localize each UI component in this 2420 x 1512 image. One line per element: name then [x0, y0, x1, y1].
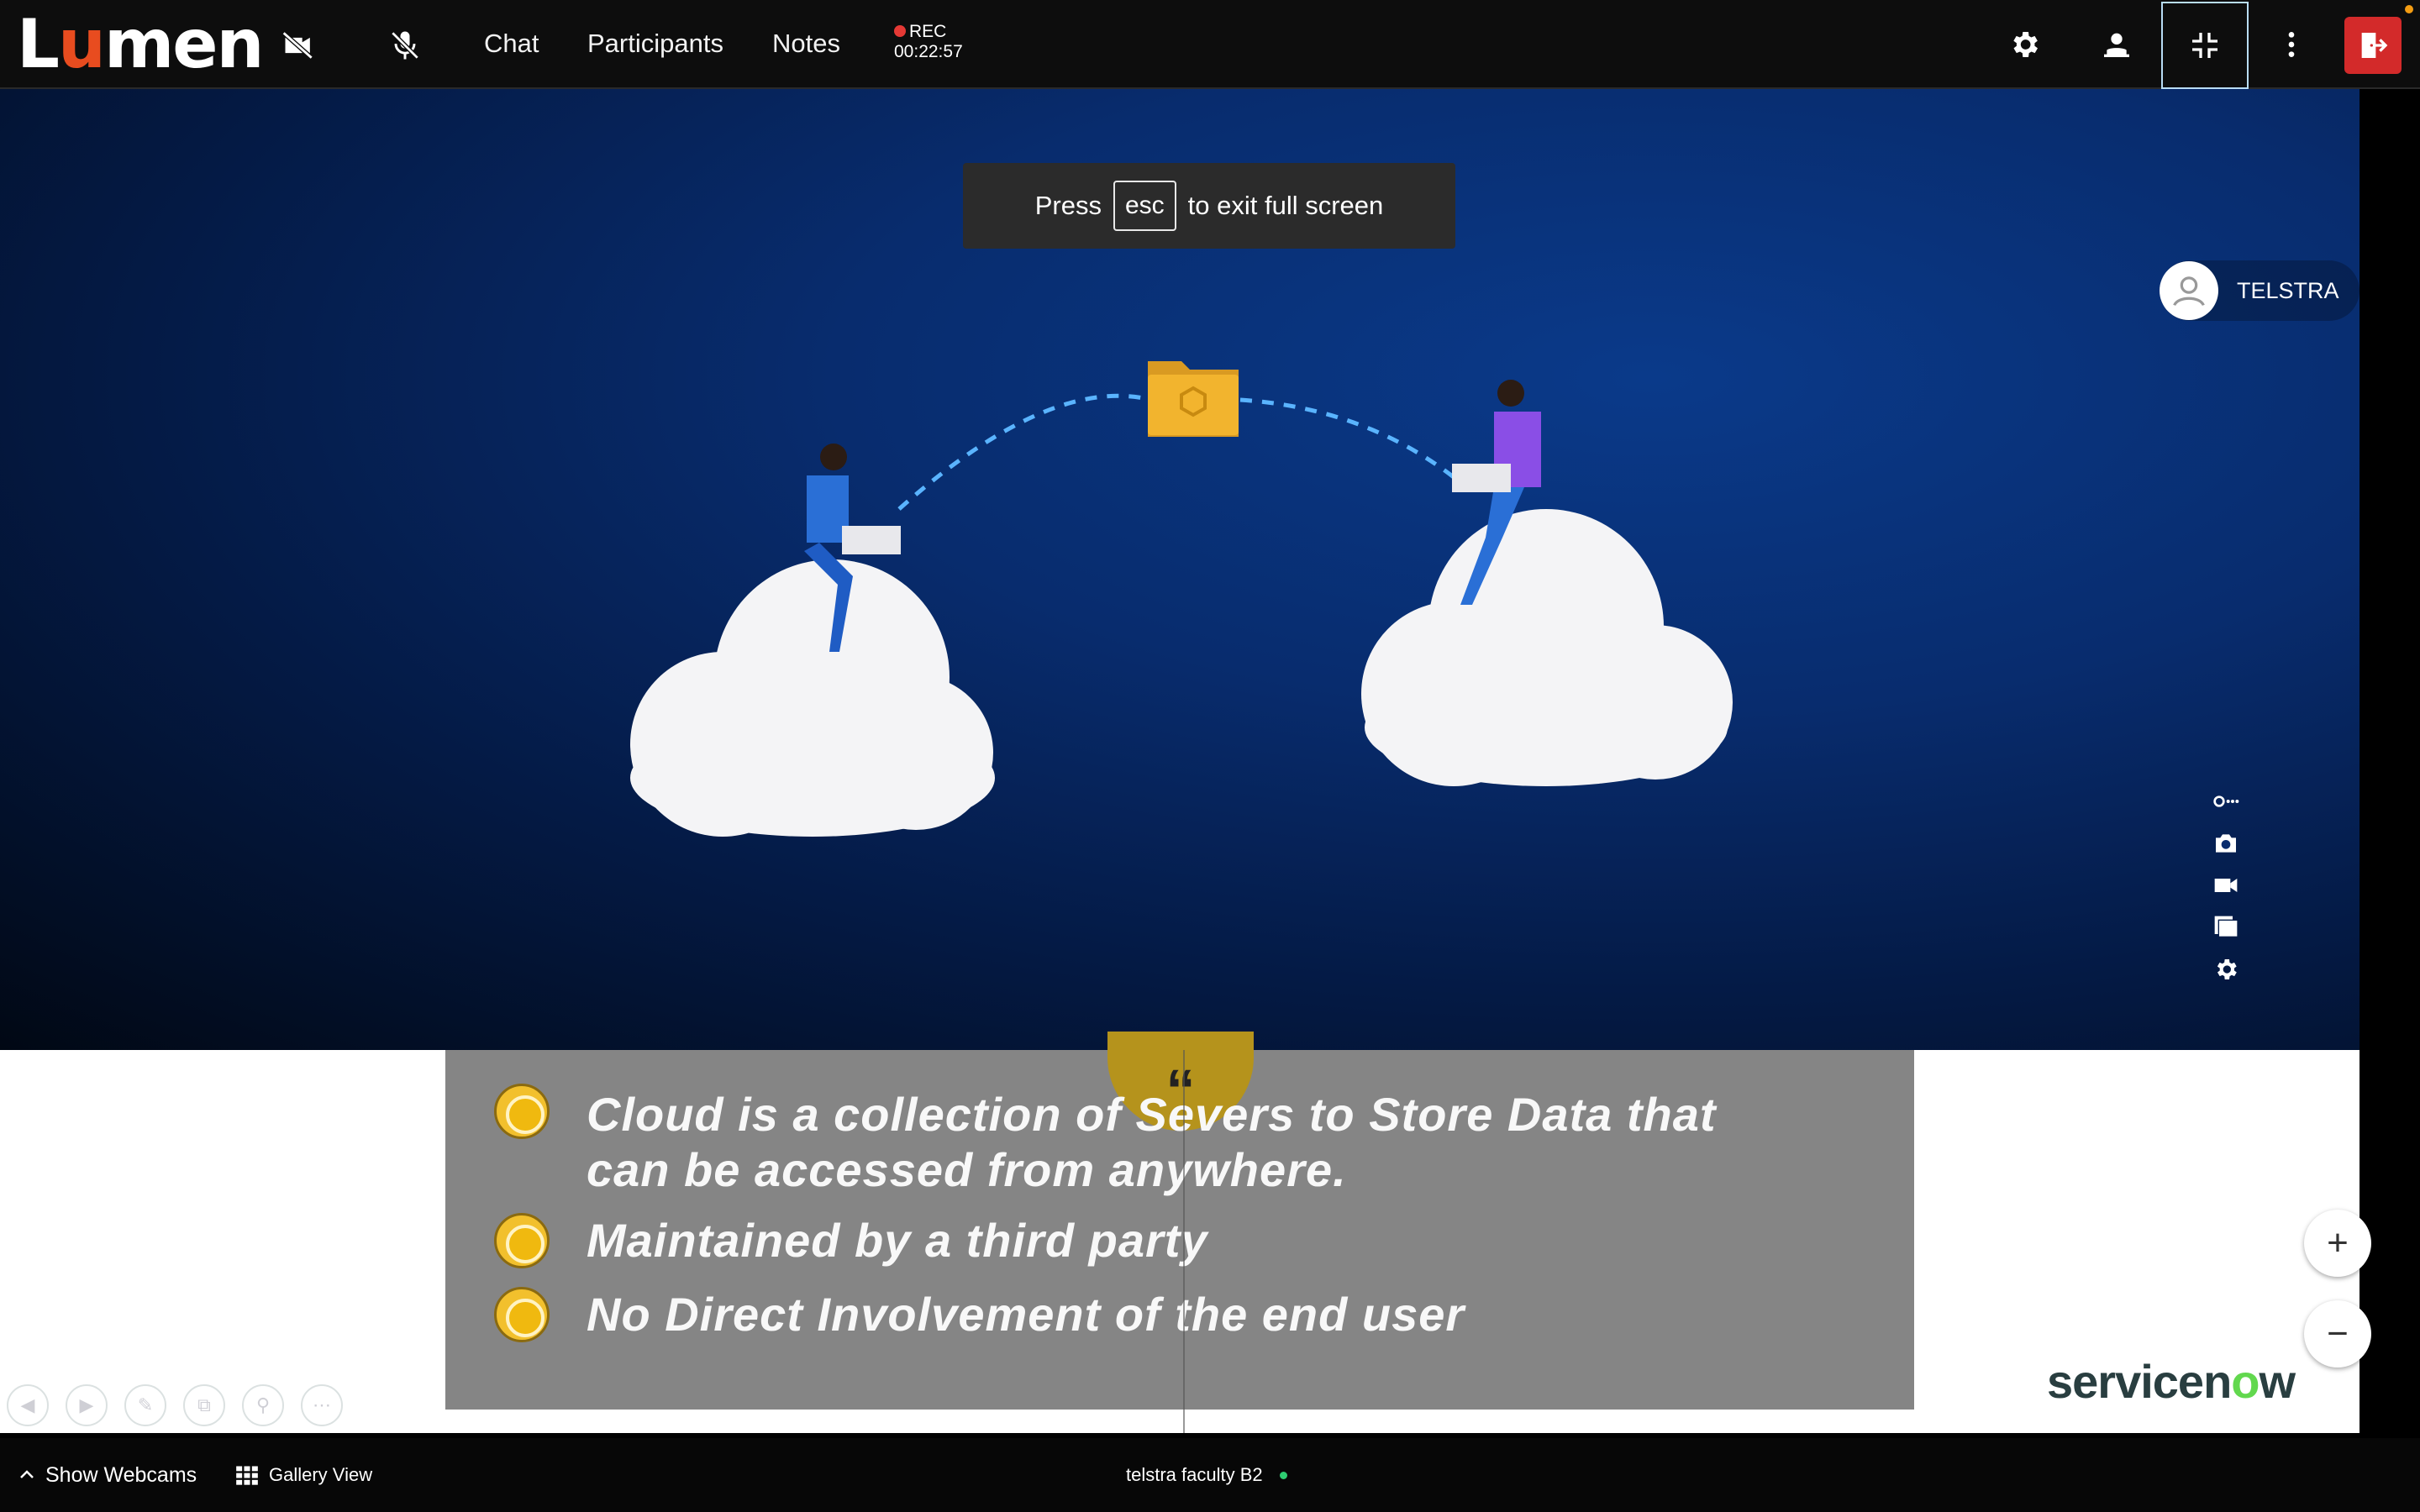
link-options-button[interactable] [2209, 786, 2243, 816]
copy-icon[interactable]: ⧉ [183, 1384, 225, 1426]
servicenow-logo: servicenow [2047, 1354, 2296, 1409]
session-name-label: telstra faculty B2 [1126, 1464, 1263, 1485]
online-status-dot [1279, 1471, 1287, 1479]
pen-icon[interactable]: ✎ [124, 1384, 166, 1426]
zoom-in-button[interactable]: + [2304, 1210, 2371, 1277]
pip-button[interactable] [2209, 912, 2243, 942]
brand-text-o: o [2231, 1355, 2260, 1408]
notification-dot [2405, 5, 2413, 13]
more-options-button[interactable] [2262, 15, 2321, 74]
folder-icon [1148, 361, 1239, 437]
link-more-icon [2213, 795, 2239, 807]
esc-key: esc [1113, 181, 1176, 231]
lumen-logo: Lu men [17, 4, 265, 83]
recording-dot-icon [894, 25, 906, 37]
gallery-view-button[interactable]: Gallery View [234, 1438, 372, 1512]
recording-time: 00:22:57 [894, 42, 963, 61]
left-cloud [630, 559, 995, 837]
brand-text-end: w [2259, 1355, 2296, 1408]
bottom-bar: Show Webcams Gallery View telstra facult… [0, 1438, 2420, 1512]
bullet-icon [494, 1287, 550, 1342]
bullet-icon [494, 1213, 550, 1268]
gallery-view-label: Gallery View [269, 1464, 373, 1485]
video-settings-button[interactable] [2209, 954, 2243, 984]
search-icon[interactable]: ⚲ [242, 1384, 284, 1426]
toast-message: to exit full screen [1187, 191, 1384, 220]
top-bar: Lu men Chat Participants Notes REC 00:22:… [0, 0, 2420, 89]
leave-meeting-button[interactable] [2344, 17, 2402, 74]
presenter-tag: TELSTRA [2160, 260, 2360, 321]
shared-screen-video: Press esc to exit full screen TELSTRA [0, 89, 2360, 1050]
presentation-slide: “ Cloud is a collection of Severs to Sto… [0, 1032, 2360, 1433]
user-desk-icon [2104, 33, 2129, 57]
more-horizontal-icon[interactable]: ⋯ [301, 1384, 343, 1426]
leave-icon [2361, 33, 2388, 58]
annotation-toolbar: ◀ ▶ ✎ ⧉ ⚲ ⋯ [7, 1384, 343, 1426]
bullet-text: No Direct Involvement of the end user [587, 1288, 1465, 1341]
show-webcams-button[interactable]: Show Webcams [17, 1438, 197, 1512]
bullet-text: Cloud is a collection of Severs to Store… [587, 1088, 1717, 1141]
grid-icon [236, 1466, 258, 1485]
avatar [2160, 261, 2218, 320]
camera-icon [2216, 834, 2236, 853]
prev-icon[interactable]: ◀ [7, 1384, 49, 1426]
mic-off-icon[interactable] [380, 20, 430, 71]
bullet-icon [494, 1084, 550, 1139]
user-icon [2173, 276, 2205, 307]
gear-icon [2217, 959, 2237, 979]
exit-fullscreen-button[interactable] [2161, 2, 2249, 89]
windows-icon [2214, 916, 2238, 937]
session-name: telstra faculty B2 [1126, 1438, 1287, 1512]
divider-line [1183, 1050, 1185, 1433]
video-side-toolbar [2203, 786, 2249, 984]
video-camera-icon [2214, 879, 2238, 892]
recording-label: REC [909, 22, 947, 41]
presenter-name: TELSTRA [2237, 277, 2339, 303]
brand-text-start: servicen [2047, 1355, 2232, 1408]
video-button[interactable] [2209, 870, 2243, 900]
show-webcams-label: Show Webcams [45, 1462, 197, 1487]
snapshot-button[interactable] [2209, 828, 2243, 858]
settings-button[interactable] [1995, 15, 2054, 74]
notes-link[interactable]: Notes [772, 25, 840, 62]
zoom-out-button[interactable]: − [2304, 1300, 2371, 1368]
participants-link[interactable]: Participants [587, 25, 723, 62]
more-vertical-icon [2288, 32, 2295, 57]
gear-icon [2013, 32, 2038, 57]
chat-link[interactable]: Chat [484, 25, 539, 62]
fullscreen-toast: Press esc to exit full screen [963, 163, 1455, 249]
recording-indicator: REC 00:22:57 [894, 22, 963, 62]
toast-press: Press [1034, 191, 1102, 220]
right-cloud [1361, 509, 1733, 786]
collapse-icon [2192, 33, 2217, 58]
next-icon[interactable]: ▶ [66, 1384, 108, 1426]
camera-off-icon[interactable] [274, 20, 324, 71]
bullet-text-continued: can be accessed from anywhere. [587, 1143, 1347, 1196]
bullet-text: Maintained by a third party [587, 1214, 1208, 1267]
raise-hand-button[interactable] [2087, 15, 2146, 74]
chevron-up-icon [20, 1470, 34, 1478]
